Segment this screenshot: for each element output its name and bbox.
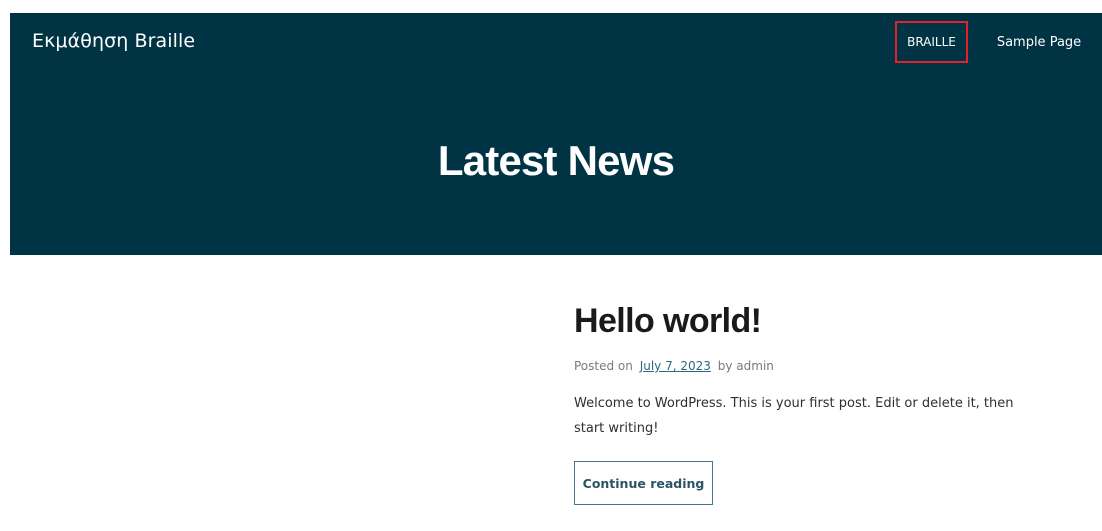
- post-title[interactable]: Hello world!: [574, 296, 1054, 346]
- continue-reading-button[interactable]: Continue reading: [574, 461, 713, 505]
- post-card: Hello world! Posted on July 7, 2023 by a…: [574, 296, 1054, 505]
- post-meta: Posted on July 7, 2023 by admin: [574, 359, 1054, 373]
- page-title: Latest News: [437, 137, 675, 184]
- nav-item-sample-page[interactable]: Sample Page: [994, 21, 1084, 63]
- site-header: Εκμάθηση Braille BRAILLE Sample Page Lat…: [10, 13, 1102, 255]
- post-date-link[interactable]: July 7, 2023: [640, 359, 711, 373]
- posted-on-label: Posted on: [574, 359, 633, 373]
- site-title[interactable]: Εκμάθηση Braille: [32, 30, 195, 52]
- post-author[interactable]: admin: [736, 359, 774, 373]
- nav-item-braille[interactable]: BRAILLE: [895, 21, 968, 63]
- post-excerpt: Welcome to WordPress. This is your first…: [574, 396, 1014, 436]
- by-label: by: [717, 359, 733, 373]
